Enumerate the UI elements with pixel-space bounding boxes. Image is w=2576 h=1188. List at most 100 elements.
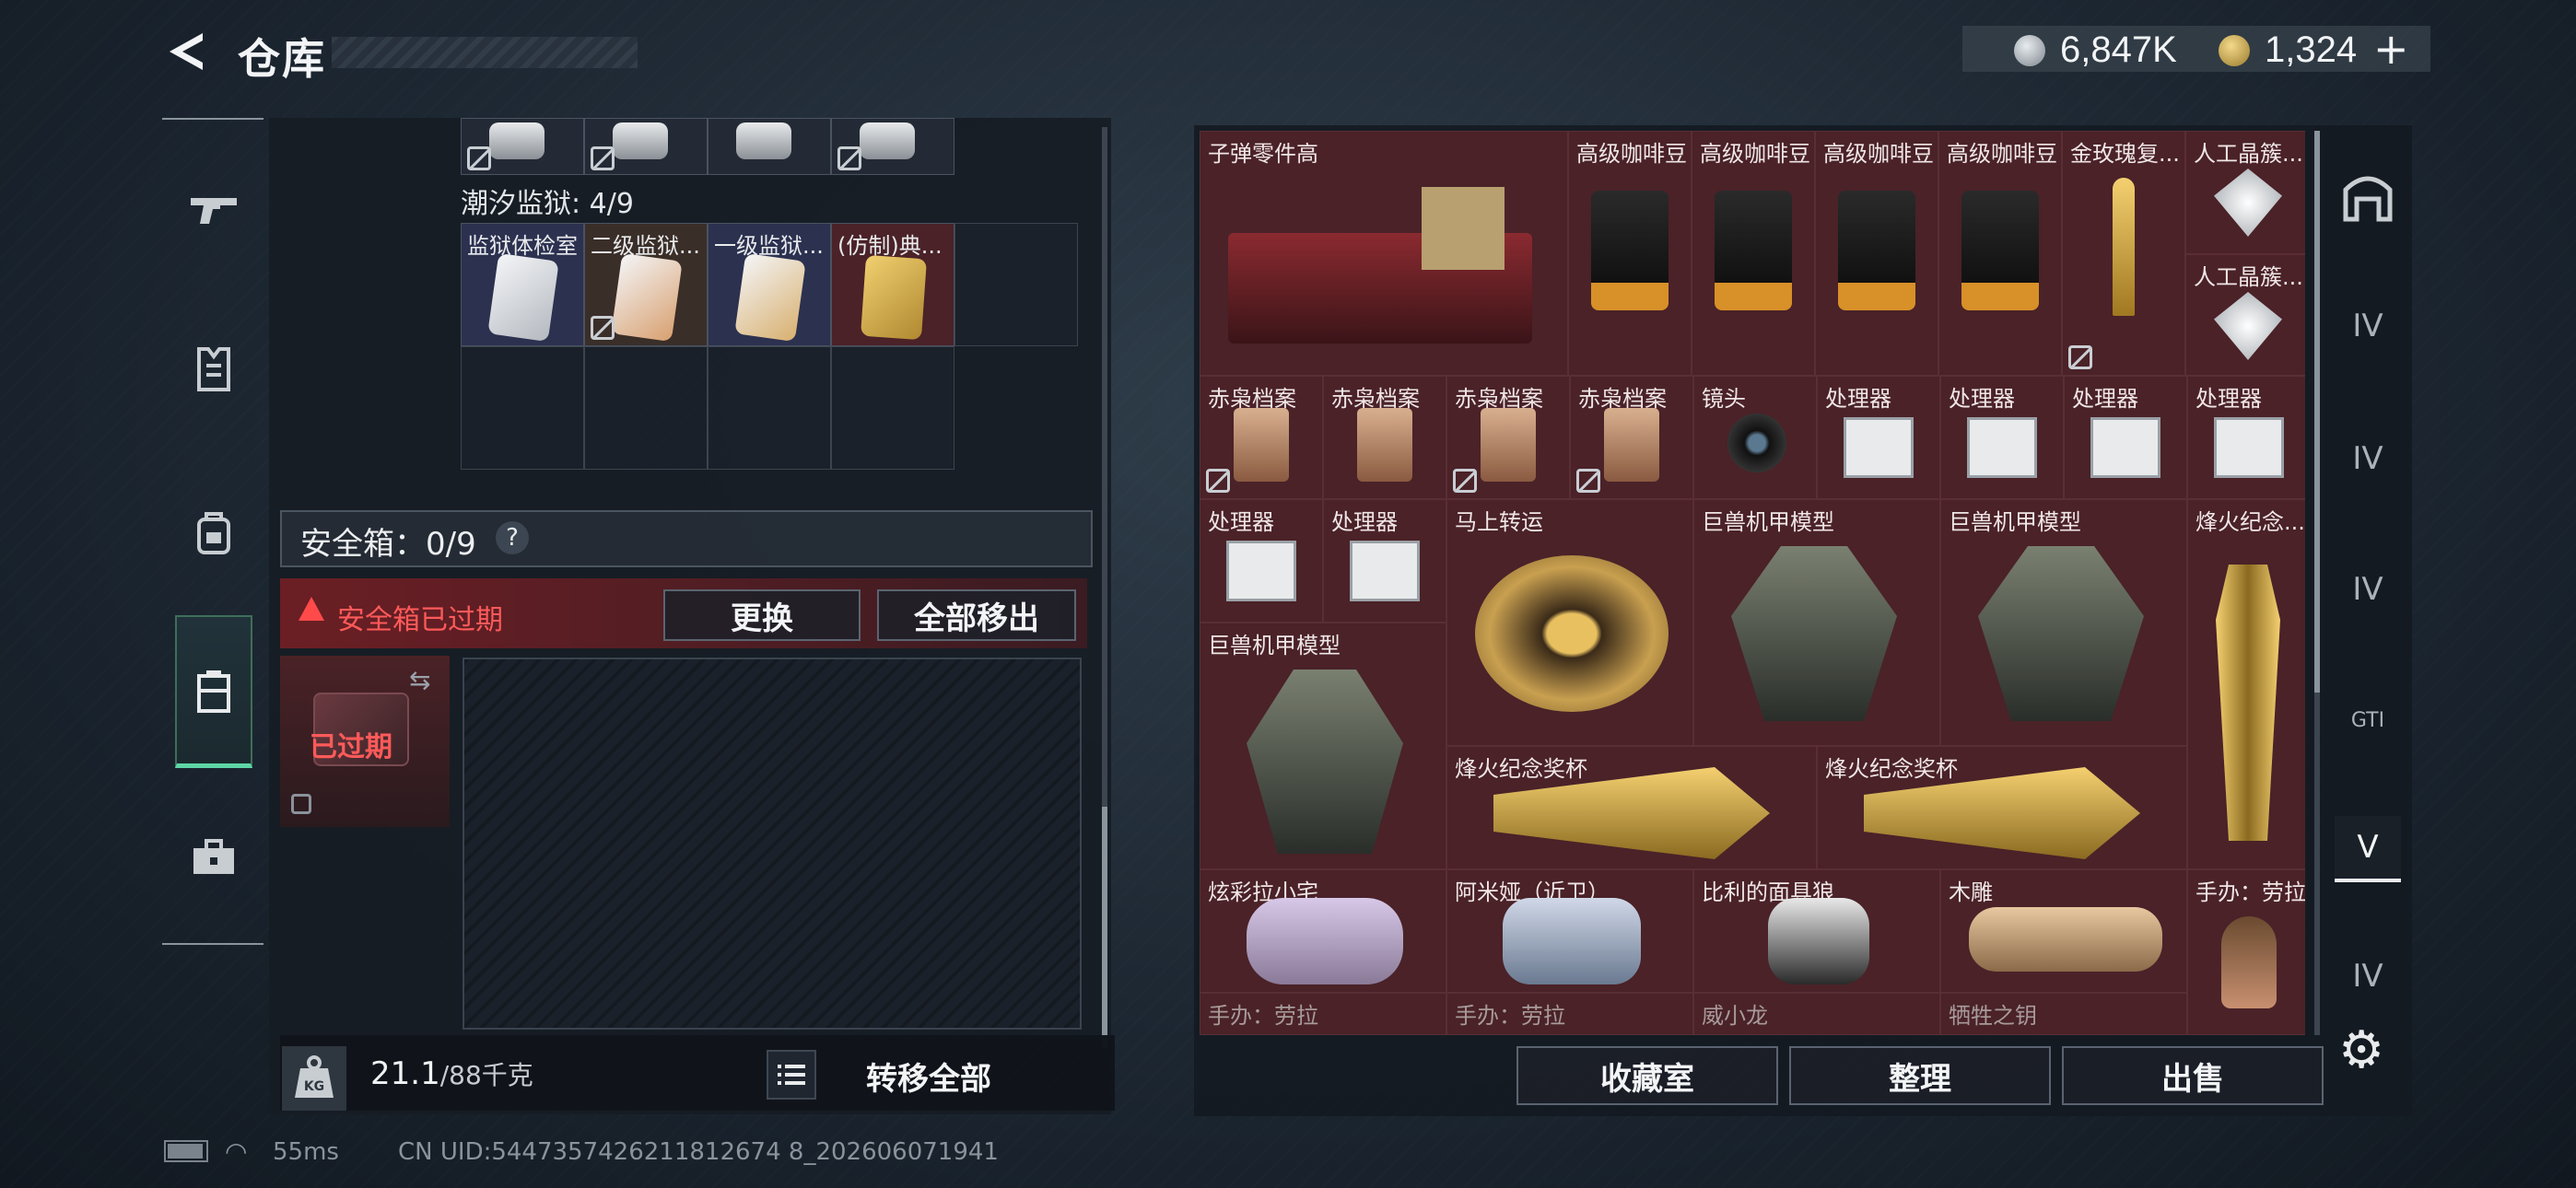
warehouse-item[interactable]: 处理器 [1940,376,2064,499]
warehouse-item[interactable]: 赤枭档案 [1200,376,1323,499]
tab-label: GTI [2350,708,2385,732]
tier-v-tab-icon[interactable]: V [2335,816,2401,882]
no-transfer-icon [591,316,615,340]
warehouse-item[interactable]: 金玫瑰复... [2062,131,2185,376]
tier-iv-tab-icon[interactable]: IV [2335,943,2401,1009]
inventory-slot-empty[interactable] [831,346,954,470]
item-name: 处理器 [1825,386,1891,412]
warehouse-item[interactable]: 马上转运 [1446,499,1693,746]
warehouse-item[interactable]: 高级咖啡豆 [1692,131,1815,376]
scrollbar-thumb[interactable] [2314,131,2320,693]
item-name: 镜头 [1702,386,1746,412]
gear-icon[interactable]: ⚙ [2338,1020,2384,1080]
container-label: 潮汐监狱: 4/9 [461,188,634,220]
tier-iv-tab-icon[interactable]: IV [2335,556,2401,623]
warehouse-item[interactable]: 比利的面具狼 [1693,869,1940,993]
swap-icon[interactable]: ⇆ [409,665,430,695]
sell-button[interactable]: 出售 [2062,1046,2324,1105]
inventory-slot[interactable]: 监狱体检室 [461,223,584,346]
warehouse-item[interactable]: 烽火纪念... [2187,499,2305,869]
warehouse-item[interactable]: 烽火纪念奖杯 [1817,746,2187,869]
warehouse-item[interactable]: 巨兽机甲模型 [1693,499,1940,746]
warehouse-item[interactable]: 高级咖啡豆 [1568,131,1692,376]
item-name: 处理器 [2072,386,2138,412]
gti-tab-icon[interactable]: GTI [2335,687,2401,753]
warehouse-item[interactable]: 木雕 [1940,869,2187,993]
backpack-icon[interactable] [175,483,252,584]
weight-icon: KG [282,1046,346,1111]
item-name: 金玫瑰复... [2070,141,2180,167]
back-arrow-icon[interactable] [162,28,210,76]
item-name: 木雕 [1949,879,1993,905]
move-all-out-button[interactable]: 全部移出 [877,589,1076,641]
warehouse-item[interactable]: 巨兽机甲模型 [1940,499,2187,746]
warehouse-item[interactable]: 处理器 [1200,499,1323,623]
warehouse-item[interactable]: 手办：劳拉 [1446,993,1693,1035]
warehouse-item[interactable]: 处理器 [2187,376,2305,499]
safebox-capacity-label: 安全箱：0/9 [300,526,476,563]
user-uid: CN UID:5447357426211812674 8_20260607194… [398,1138,999,1166]
weight-current: 21.1 [370,1055,440,1092]
warehouse-item[interactable]: 处理器 [1817,376,1940,499]
add-currency-button[interactable]: + [2373,24,2409,74]
inventory-slot-empty[interactable] [461,346,584,470]
warehouse-item[interactable]: 子弹零件高 [1200,131,1568,376]
inventory-slot[interactable] [831,118,954,175]
transfer-all-button[interactable]: 转移全部 [866,1054,991,1099]
inventory-slot[interactable]: 二级监狱... [584,223,708,346]
home-vault-icon[interactable] [2335,164,2401,230]
warehouse-item[interactable]: 人工晶簇... [2185,254,2305,376]
title-decoration [332,37,638,68]
scrollbar-thumb[interactable] [1102,807,1107,1035]
collection-room-button[interactable]: 收藏室 [1516,1046,1778,1105]
tab-label: IV [2352,958,2383,995]
warehouse-item[interactable]: 高级咖啡豆 [1815,131,1938,376]
warehouse-item[interactable]: 高级咖啡豆 [1938,131,2062,376]
warehouse-item[interactable]: 赤枭档案 [1570,376,1693,499]
gun-icon[interactable] [175,158,252,260]
safebox-grid[interactable] [463,658,1082,1030]
warehouse-item[interactable]: 镜头 [1693,376,1817,499]
toolbox-icon[interactable] [175,807,252,908]
item-name: (仿制)典... [837,233,943,259]
warehouse-item[interactable]: 烽火纪念奖杯 [1446,746,1817,869]
tier-iv-tab-icon[interactable]: IV [2335,425,2401,492]
inventory-slot-empty[interactable] [954,223,1078,346]
safebox-icon[interactable] [175,641,252,742]
no-transfer-icon [2068,345,2092,369]
item-name: 威小龙 [1702,1003,1768,1029]
inventory-slot[interactable] [708,118,831,175]
list-icon[interactable] [767,1050,816,1100]
help-icon[interactable]: ? [496,521,529,554]
warehouse-item[interactable]: 手办：劳拉 [2187,869,2305,1035]
replace-button[interactable]: 更换 [663,589,861,641]
warehouse-item[interactable]: 人工晶簇... [2185,131,2305,254]
warehouse-grid: 子弹零件高 高级咖啡豆 高级咖啡豆 高级咖啡豆 高级咖啡豆 金玫瑰复... 人工… [1200,131,2305,1035]
tab-label: IV [2352,440,2383,477]
sort-button[interactable]: 整理 [1789,1046,2051,1105]
warehouse-item[interactable]: 阿米娅（近卫） [1446,869,1693,993]
inventory-slot[interactable]: 一级监狱... [708,223,831,346]
warehouse-item[interactable]: 手办：劳拉 [1200,993,1446,1035]
inventory-slot-empty[interactable] [584,346,708,470]
warehouse-item[interactable]: 赤枭档案 [1323,376,1446,499]
item-name: 马上转运 [1455,509,1543,535]
silver-currency-value: 6,847K [2060,29,2177,70]
warehouse-item[interactable]: 处理器 [1323,499,1446,623]
wifi-icon: ◠ [225,1136,248,1167]
tier-iv-tab-icon[interactable]: IV [2335,293,2401,359]
inventory-slot[interactable] [584,118,708,175]
warehouse-item[interactable]: 牺牲之钥 [1940,993,2187,1035]
armor-vest-icon[interactable] [175,319,252,420]
warehouse-item[interactable]: 赤枭档案 [1446,376,1570,499]
inventory-slot[interactable] [461,118,584,175]
warehouse-item[interactable]: 威小龙 [1693,993,1940,1035]
warehouse-item[interactable]: 巨兽机甲模型 [1200,623,1446,869]
inventory-slot[interactable]: (仿制)典... [831,223,954,346]
item-name: 高级咖啡豆 [1576,141,1687,167]
warehouse-item[interactable]: 处理器 [2064,376,2187,499]
warehouse-item[interactable]: 炫彩拉小宅 [1200,869,1446,993]
inventory-slot-empty[interactable] [708,346,831,470]
item-name: 处理器 [1208,509,1274,535]
item-name: 高级咖啡豆 [1947,141,2057,167]
